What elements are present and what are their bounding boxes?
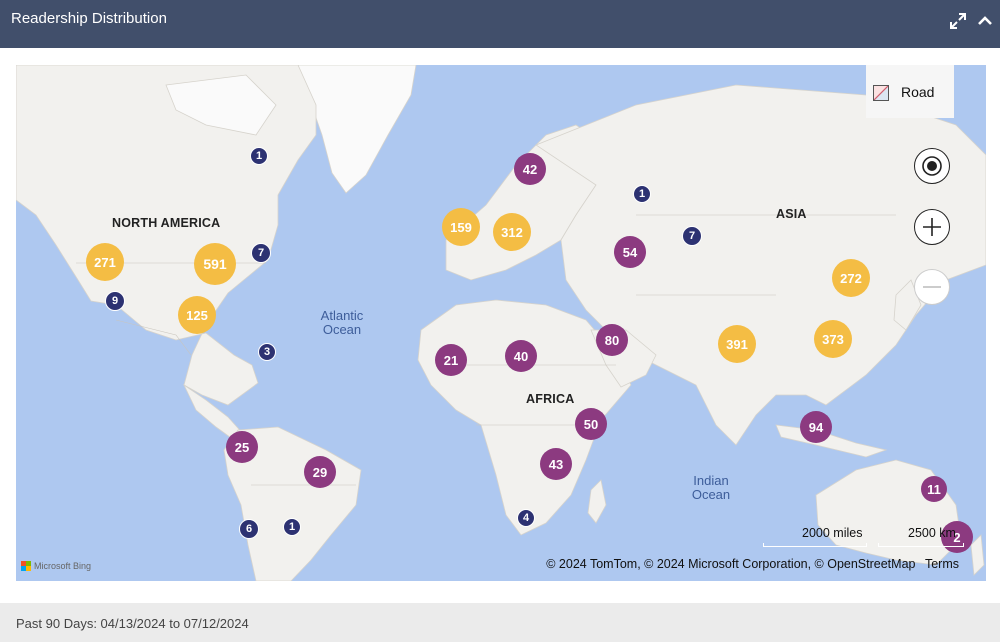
cluster-marker[interactable]: 312 (493, 213, 531, 251)
panel-footer: Past 90 Days: 04/13/2024 to 07/12/2024 (0, 603, 1000, 642)
zoom-out-button[interactable] (914, 269, 950, 305)
map-style-button[interactable]: Road (866, 65, 954, 118)
locate-me-button[interactable] (914, 148, 950, 184)
road-style-icon (873, 85, 889, 101)
region-label-north-america: NORTH AMERICA (112, 216, 221, 230)
microsoft-logo-icon (21, 561, 31, 571)
cluster-marker[interactable]: 43 (540, 448, 572, 480)
cluster-marker[interactable]: 50 (575, 408, 607, 440)
panel-header: Readership Distribution (0, 0, 1000, 48)
cluster-marker[interactable]: 7 (682, 226, 702, 246)
chevron-up-icon[interactable] (975, 11, 995, 31)
zoom-in-button[interactable] (914, 209, 950, 245)
plus-icon (923, 218, 941, 236)
bing-logo: Microsoft Bing (21, 561, 91, 571)
cluster-marker[interactable]: 6 (239, 519, 259, 539)
cluster-marker[interactable]: 94 (800, 411, 832, 443)
cluster-marker[interactable]: 11 (921, 476, 947, 502)
world-map[interactable]: NORTH AMERICA ASIA AFRICA Atlantic Ocean … (16, 65, 986, 581)
cluster-marker[interactable]: 40 (505, 340, 537, 372)
cluster-marker[interactable]: 3 (258, 343, 276, 361)
scale-bar-miles (763, 543, 867, 547)
map-attribution: © 2024 TomTom, © 2024 Microsoft Corporat… (546, 557, 959, 571)
region-label-asia: ASIA (776, 207, 807, 221)
ocean-label-atlantic: Atlantic Ocean (320, 308, 364, 337)
cluster-marker[interactable]: 272 (832, 259, 870, 297)
date-range-text: Past 90 Days: 04/13/2024 to 07/12/2024 (16, 616, 249, 631)
cluster-marker[interactable]: 7 (251, 243, 271, 263)
cluster-marker[interactable]: 591 (194, 243, 236, 285)
cluster-marker[interactable]: 4 (517, 509, 535, 527)
cluster-marker[interactable]: 80 (596, 324, 628, 356)
cluster-marker[interactable]: 125 (178, 296, 216, 334)
provider-label: Microsoft Bing (34, 561, 92, 571)
scale-bar-km (878, 543, 964, 547)
map-style-label: Road (901, 84, 935, 100)
cluster-marker[interactable]: 42 (514, 153, 546, 185)
cluster-marker[interactable]: 25 (226, 431, 258, 463)
cluster-marker[interactable]: 1 (633, 185, 651, 203)
cluster-marker[interactable]: 54 (614, 236, 646, 268)
ocean-label-indian: Indian Ocean (691, 473, 731, 502)
expand-icon[interactable] (948, 11, 968, 31)
scale-label-km: 2500 km (908, 526, 956, 540)
target-icon (922, 156, 942, 176)
cluster-marker[interactable]: 391 (718, 325, 756, 363)
cluster-marker[interactable]: 9 (105, 291, 125, 311)
region-label-africa: AFRICA (526, 392, 575, 406)
terms-link[interactable]: Terms (925, 557, 959, 571)
attribution-text: © 2024 TomTom, © 2024 Microsoft Corporat… (546, 557, 916, 571)
minus-icon (923, 286, 941, 288)
panel-title: Readership Distribution (11, 10, 167, 27)
cluster-marker[interactable]: 159 (442, 208, 480, 246)
cluster-marker[interactable]: 29 (304, 456, 336, 488)
cluster-marker[interactable]: 21 (435, 344, 467, 376)
cluster-marker[interactable]: 1 (250, 147, 268, 165)
cluster-marker[interactable]: 271 (86, 243, 124, 281)
cluster-marker[interactable]: 1 (283, 518, 301, 536)
cluster-marker[interactable]: 373 (814, 320, 852, 358)
scale-label-miles: 2000 miles (802, 526, 863, 540)
